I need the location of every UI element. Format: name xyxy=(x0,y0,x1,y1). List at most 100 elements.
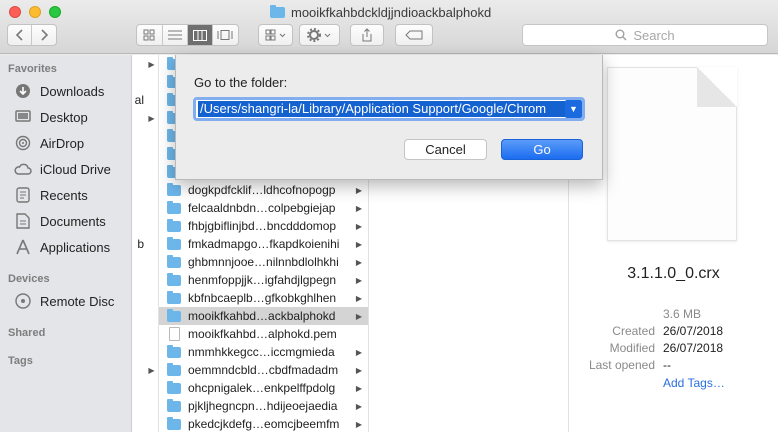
folder-icon xyxy=(167,362,181,376)
file-name: dogkpdfcklif…ldhcofnopogp xyxy=(188,183,336,197)
file-name: mooikfkahbd…ackbalphokd xyxy=(188,309,336,323)
sidebar-item-label: Documents xyxy=(40,213,106,229)
action-menu-button[interactable] xyxy=(299,24,340,46)
disclosure-arrow-icon: ▶ xyxy=(355,311,363,321)
view-mode-control xyxy=(136,24,239,46)
disclosure-arrow-icon: ▶ xyxy=(355,275,363,285)
chevron-left-icon xyxy=(15,29,23,41)
tag-icon xyxy=(405,30,423,40)
table-row[interactable]: ghbmnnjooe…nilnnbdlolhkhi ▶ xyxy=(159,253,368,271)
table-row[interactable]: ohcpnigalek…enkpelffpdolg ▶ xyxy=(159,379,368,397)
file-name: mooikfkahbd…alphokd.pem xyxy=(188,327,337,341)
file-name: felcaaldnbdn…colpebgiejap xyxy=(188,201,336,215)
file-name: ghbmnnjooe…nilnnbdlolhkhi xyxy=(188,255,339,269)
table-row[interactable]: pjkljhegncpn…hdijeoejaedia ▶ xyxy=(159,397,368,415)
sidebar-heading-favorites: Favorites xyxy=(8,63,57,75)
disc-icon xyxy=(14,292,32,310)
sidebar-heading-tags: Tags xyxy=(8,355,33,367)
clock-icon xyxy=(14,186,32,204)
disclosure-arrow-icon: ▶ xyxy=(355,203,363,213)
table-row[interactable]: felcaaldnbdn…colpebgiejap ▶ xyxy=(159,199,368,217)
column-view-button[interactable] xyxy=(188,25,213,45)
sidebar-item-remote-disc[interactable]: Remote Disc xyxy=(14,290,114,312)
folder-icon xyxy=(167,236,181,250)
meta-size-value: 3.6 MB xyxy=(663,307,702,321)
table-row[interactable]: kbfnbcaeplb…gfkobkghlhen ▶ xyxy=(159,289,368,307)
list-icon xyxy=(167,30,182,40)
table-row[interactable]: mooikfkahbd…alphokd.pem xyxy=(159,325,368,343)
folder-icon xyxy=(167,398,181,412)
desktop-icon xyxy=(14,108,32,126)
disclosure-arrow-icon: ▶ xyxy=(355,347,363,357)
add-tags-link[interactable]: Add Tags… xyxy=(663,376,725,393)
disclosure-arrow-icon: ▶ xyxy=(355,365,363,375)
cloud-icon xyxy=(14,160,32,178)
list-item[interactable]: b xyxy=(132,235,158,253)
icon-view-button[interactable] xyxy=(137,25,163,45)
go-button[interactable]: Go xyxy=(501,139,583,160)
list-item[interactable]: ▶ xyxy=(132,361,158,379)
sidebar-item-downloads[interactable]: Downloads xyxy=(14,80,104,102)
chevron-down-icon[interactable]: ▼ xyxy=(565,100,582,118)
file-name: oemmndcbld…cbdfmadadm xyxy=(188,363,339,377)
sidebar-heading-devices: Devices xyxy=(8,273,50,285)
sidebar-item-recents[interactable]: Recents xyxy=(14,184,88,206)
search-field[interactable]: Search xyxy=(522,24,768,46)
column-parent: ▶ al ▶ b ▶ xyxy=(132,55,159,432)
share-icon xyxy=(362,28,372,42)
forward-button[interactable] xyxy=(32,25,56,45)
folder-icon xyxy=(167,380,181,394)
sidebar-item-label: Applications xyxy=(40,239,111,255)
table-row[interactable]: pkedcjkdefg…eomcjbeemfm ▶ xyxy=(159,415,368,432)
disclosure-arrow-icon: ▶ xyxy=(355,239,363,249)
disclosure-arrow-icon: ▶ xyxy=(148,365,155,375)
file-name: nmmhkkegcc…iccmgmieda xyxy=(188,345,335,359)
table-row[interactable]: fhbjgbiflinjbd…bncdddomop ▶ xyxy=(159,217,368,235)
close-window-button[interactable] xyxy=(9,6,21,18)
edit-tags-button[interactable] xyxy=(395,24,433,46)
meta-modified-label: Modified xyxy=(609,341,655,355)
table-row[interactable]: fmkadmapgo…fkapdkoienihi ▶ xyxy=(159,235,368,253)
list-item[interactable]: al xyxy=(132,91,158,109)
back-button[interactable] xyxy=(8,25,33,45)
sidebar-item-airdrop[interactable]: AirDrop xyxy=(14,132,84,154)
search-placeholder: Search xyxy=(633,27,675,43)
list-item[interactable]: ▶ xyxy=(132,109,158,127)
documents-icon xyxy=(14,212,32,230)
sidebar-item-documents[interactable]: Documents xyxy=(14,210,106,232)
table-row-selected[interactable]: mooikfkahbd…ackbalphokd ▶ xyxy=(159,307,368,325)
meta-created-label: Created xyxy=(612,324,655,338)
sidebar-item-label: Remote Disc xyxy=(40,293,115,309)
meta-modified-value: 26/07/2018 xyxy=(663,341,724,355)
applications-icon xyxy=(14,238,32,256)
cancel-button[interactable]: Cancel xyxy=(404,139,487,160)
list-view-button[interactable] xyxy=(163,25,188,45)
folder-icon xyxy=(167,200,181,214)
zoom-window-button[interactable] xyxy=(49,6,61,18)
table-row[interactable]: oemmndcbld…cbdfmadadm ▶ xyxy=(159,361,368,379)
table-row[interactable]: dogkpdfcklif…ldhcofnopogp ▶ xyxy=(159,181,368,199)
arrange-button[interactable] xyxy=(258,24,293,46)
file-name: fhbjgbiflinjbd…bncdddomop xyxy=(188,219,337,233)
share-button[interactable] xyxy=(350,24,384,46)
meta-tags: Add Tags… xyxy=(569,376,778,393)
folder-path-combobox[interactable]: /Users/shangri-la/Library/Application Su… xyxy=(193,97,585,121)
table-row[interactable]: henmfoppjjk…igfahdjlgpegn ▶ xyxy=(159,271,368,289)
meta-created-value: 26/07/2018 xyxy=(663,324,724,338)
gear-icon xyxy=(306,28,330,42)
sidebar-item-icloud-drive[interactable]: iCloud Drive xyxy=(14,158,111,180)
meta-size: 3.6 MB xyxy=(569,307,778,324)
meta-last-opened-label: Last opened xyxy=(588,358,655,372)
list-item-label: al xyxy=(134,93,144,107)
gallery-view-button[interactable] xyxy=(213,25,238,45)
sidebar-item-applications[interactable]: Applications xyxy=(14,236,110,258)
folder-icon xyxy=(167,308,181,322)
minimize-window-button[interactable] xyxy=(29,6,41,18)
list-item[interactable]: ▶ xyxy=(132,55,158,73)
sidebar-item-label: Downloads xyxy=(40,83,105,99)
file-name: kbfnbcaeplb…gfkobkghlhen xyxy=(188,291,337,305)
table-row[interactable]: nmmhkkegcc…iccmgmieda ▶ xyxy=(159,343,368,361)
sidebar-item-desktop[interactable]: Desktop xyxy=(14,106,88,128)
disclosure-arrow-icon: ▶ xyxy=(355,293,363,303)
go-to-folder-sheet: Go to the folder: /Users/shangri-la/Libr… xyxy=(175,55,603,180)
